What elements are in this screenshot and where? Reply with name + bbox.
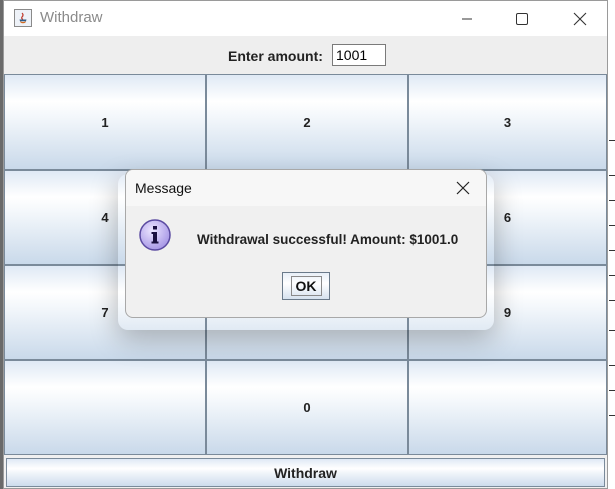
ok-button[interactable]: OK — [282, 272, 330, 300]
maximize-button[interactable] — [499, 1, 545, 36]
info-icon — [138, 218, 172, 252]
amount-row: Enter amount: 1001 — [4, 36, 607, 74]
close-icon — [573, 12, 587, 25]
amount-input[interactable]: 1001 — [332, 44, 386, 66]
minimize-icon — [462, 18, 472, 19]
dialog-close-button[interactable] — [450, 176, 476, 200]
keypad-key-2[interactable]: 2 — [206, 74, 408, 170]
ok-button-label: OK — [290, 276, 322, 296]
close-icon — [456, 181, 470, 195]
dialog-message: Withdrawal successful! Amount: $1001.0 — [197, 232, 459, 247]
background-window-edge — [607, 0, 615, 489]
amount-label: Enter amount: — [228, 48, 323, 64]
keypad-key-blank-right[interactable] — [408, 360, 607, 455]
withdraw-button[interactable]: Withdraw — [6, 458, 605, 487]
dialog-title-bar[interactable]: Message — [126, 170, 486, 206]
keypad-key-0[interactable]: 0 — [206, 360, 408, 455]
keypad-key-1[interactable]: 1 — [4, 74, 206, 170]
minimize-button[interactable] — [444, 1, 490, 36]
java-app-icon — [14, 9, 32, 27]
title-bar[interactable]: Withdraw — [4, 1, 607, 36]
message-dialog: Message Withdrawal successful! Amount: $… — [125, 169, 487, 318]
keypad-key-blank-left[interactable] — [4, 360, 206, 455]
dialog-title: Message — [135, 180, 192, 196]
close-button[interactable] — [557, 1, 603, 36]
keypad-key-3[interactable]: 3 — [408, 74, 607, 170]
maximize-icon — [516, 12, 528, 25]
window-title: Withdraw — [40, 9, 103, 26]
